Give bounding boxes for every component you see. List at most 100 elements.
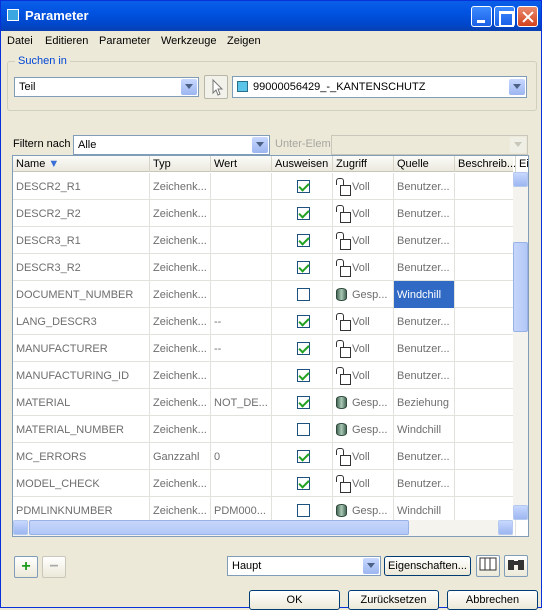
- cell-wert[interactable]: --: [211, 335, 272, 362]
- horizontal-scrollbar[interactable]: [13, 520, 513, 536]
- scroll-thumb[interactable]: [513, 242, 528, 332]
- table-row[interactable]: MANUFACTURER Zeichenk... -- Voll Benutzer...: [13, 335, 516, 362]
- table-row[interactable]: DESCR3_R2 Zeichenk... Voll Benutzer...: [13, 254, 516, 281]
- cell-wert[interactable]: [211, 200, 272, 227]
- chevron-down-icon[interactable]: [509, 79, 525, 95]
- table-row[interactable]: DESCR2_R1 Zeichenk... Voll Benutzer...: [13, 173, 516, 200]
- scroll-left-icon[interactable]: [13, 520, 28, 535]
- menu-editieren[interactable]: Editieren: [45, 35, 88, 47]
- cell-zugriff[interactable]: Voll: [333, 173, 394, 200]
- cell-wert[interactable]: [211, 254, 272, 281]
- column-header-name[interactable]: Name ▼: [13, 156, 150, 172]
- cell-zugriff[interactable]: Gesp...: [333, 281, 394, 308]
- ausweisen-checkbox[interactable]: [297, 234, 310, 247]
- ausweisen-checkbox[interactable]: [297, 207, 310, 220]
- cell-name[interactable]: DESCR3_R2: [13, 254, 150, 281]
- table-row[interactable]: DOCUMENT_NUMBER Zeichenk... Gesp... Windchi…: [13, 281, 516, 308]
- column-header-typ[interactable]: Typ: [150, 156, 211, 172]
- cell-zugriff[interactable]: Voll: [333, 443, 394, 470]
- chevron-down-icon[interactable]: [252, 137, 268, 153]
- cell-name[interactable]: MANUFACTURER: [13, 335, 150, 362]
- table-row[interactable]: MC_ERRORS Ganzzahl 0 Voll Benutzer...: [13, 443, 516, 470]
- title-bar[interactable]: Parameter: [1, 1, 541, 31]
- column-header-wert[interactable]: Wert: [211, 156, 272, 172]
- cell-wert[interactable]: NOT_DE...: [211, 389, 272, 416]
- menu-parameter[interactable]: Parameter: [99, 35, 150, 47]
- columns-button[interactable]: [476, 555, 500, 577]
- cell-zugriff[interactable]: Voll: [333, 308, 394, 335]
- cell-wert[interactable]: --: [211, 308, 272, 335]
- cell-zugriff[interactable]: Voll: [333, 227, 394, 254]
- ok-button[interactable]: OK: [249, 590, 340, 610]
- scroll-right-icon[interactable]: [498, 520, 513, 535]
- maximize-button[interactable]: [494, 6, 515, 27]
- column-header-ausweisen[interactable]: Ausweisen: [272, 156, 333, 172]
- cell-wert[interactable]: 0: [211, 443, 272, 470]
- scroll-up-icon[interactable]: [513, 172, 528, 187]
- vertical-scrollbar[interactable]: [513, 172, 528, 520]
- cell-beschreibung[interactable]: [455, 389, 516, 416]
- properties-button[interactable]: Eigenschaften...: [384, 556, 471, 576]
- column-header-zugriff[interactable]: Zugriff: [333, 156, 394, 172]
- cell-name[interactable]: LANG_DESCR3: [13, 308, 150, 335]
- menu-datei[interactable]: Datei: [7, 35, 33, 47]
- remove-parameter-button[interactable]: −: [42, 556, 66, 578]
- cell-zugriff[interactable]: Voll: [333, 470, 394, 497]
- select-object-button[interactable]: [204, 75, 228, 99]
- ausweisen-checkbox[interactable]: [297, 180, 310, 193]
- chevron-down-icon[interactable]: [363, 558, 379, 574]
- ausweisen-checkbox[interactable]: [297, 288, 310, 301]
- cell-name[interactable]: MODEL_CHECK: [13, 470, 150, 497]
- column-header-quelle[interactable]: Quelle: [394, 156, 455, 172]
- cell-beschreibung[interactable]: [455, 281, 516, 308]
- cell-wert[interactable]: [211, 173, 272, 200]
- ausweisen-checkbox[interactable]: [297, 261, 310, 274]
- cell-name[interactable]: DESCR2_R1: [13, 173, 150, 200]
- cancel-button[interactable]: Abbrechen: [447, 590, 538, 610]
- cell-name[interactable]: MANUFACTURING_ID: [13, 362, 150, 389]
- filter-select[interactable]: Alle: [73, 135, 270, 155]
- ausweisen-checkbox[interactable]: [297, 396, 310, 409]
- cell-name[interactable]: MATERIAL_NUMBER: [13, 416, 150, 443]
- find-button[interactable]: [504, 555, 528, 577]
- cell-zugriff[interactable]: Voll: [333, 254, 394, 281]
- cell-beschreibung[interactable]: [455, 254, 516, 281]
- table-row[interactable]: MATERIAL Zeichenk... NOT_DE... Gesp... Bezie…: [13, 389, 516, 416]
- cell-zugriff[interactable]: Gesp...: [333, 416, 394, 443]
- ausweisen-checkbox[interactable]: [297, 369, 310, 382]
- cell-beschreibung[interactable]: [455, 200, 516, 227]
- cell-wert[interactable]: [211, 227, 272, 254]
- object-select[interactable]: 99000056429_-_KANTENSCHUTZ: [232, 76, 527, 98]
- cell-beschreibung[interactable]: [455, 362, 516, 389]
- close-button[interactable]: [517, 6, 538, 27]
- ausweisen-checkbox[interactable]: [297, 315, 310, 328]
- add-parameter-button[interactable]: +: [14, 556, 38, 578]
- menu-zeigen[interactable]: Zeigen: [227, 35, 261, 47]
- menu-werkzeuge[interactable]: Werkzeuge: [161, 35, 216, 47]
- cell-beschreibung[interactable]: [455, 227, 516, 254]
- cell-zugriff[interactable]: Voll: [333, 362, 394, 389]
- cell-wert[interactable]: [211, 416, 272, 443]
- table-row[interactable]: MATERIAL_NUMBER Zeichenk... Gesp... Windchi…: [13, 416, 516, 443]
- column-header-beschreibung[interactable]: Beschreib...: [455, 156, 516, 172]
- cell-beschreibung[interactable]: [455, 443, 516, 470]
- cell-wert[interactable]: [211, 362, 272, 389]
- table-row[interactable]: DESCR2_R2 Zeichenk... Voll Benutzer...: [13, 200, 516, 227]
- cell-wert[interactable]: [211, 470, 272, 497]
- cell-beschreibung[interactable]: [455, 173, 516, 200]
- table-row[interactable]: MODEL_CHECK Zeichenk... Voll Benutzer...: [13, 470, 516, 497]
- chevron-down-icon[interactable]: [181, 79, 197, 95]
- table-row[interactable]: MANUFACTURING_ID Zeichenk... Voll Benutzer.…: [13, 362, 516, 389]
- table-row[interactable]: LANG_DESCR3 Zeichenk... -- Voll Benutzer...: [13, 308, 516, 335]
- cell-beschreibung[interactable]: [455, 416, 516, 443]
- scope-select[interactable]: Teil: [14, 77, 199, 97]
- scroll-thumb[interactable]: [29, 520, 409, 535]
- scroll-down-icon[interactable]: [513, 505, 528, 520]
- cell-zugriff[interactable]: Voll: [333, 200, 394, 227]
- table-row[interactable]: DESCR3_R1 Zeichenk... Voll Benutzer...: [13, 227, 516, 254]
- cell-beschreibung[interactable]: [455, 308, 516, 335]
- cell-name[interactable]: DOCUMENT_NUMBER: [13, 281, 150, 308]
- ausweisen-checkbox[interactable]: [297, 477, 310, 490]
- column-header-ei[interactable]: Ei: [516, 156, 528, 172]
- cell-name[interactable]: MATERIAL: [13, 389, 150, 416]
